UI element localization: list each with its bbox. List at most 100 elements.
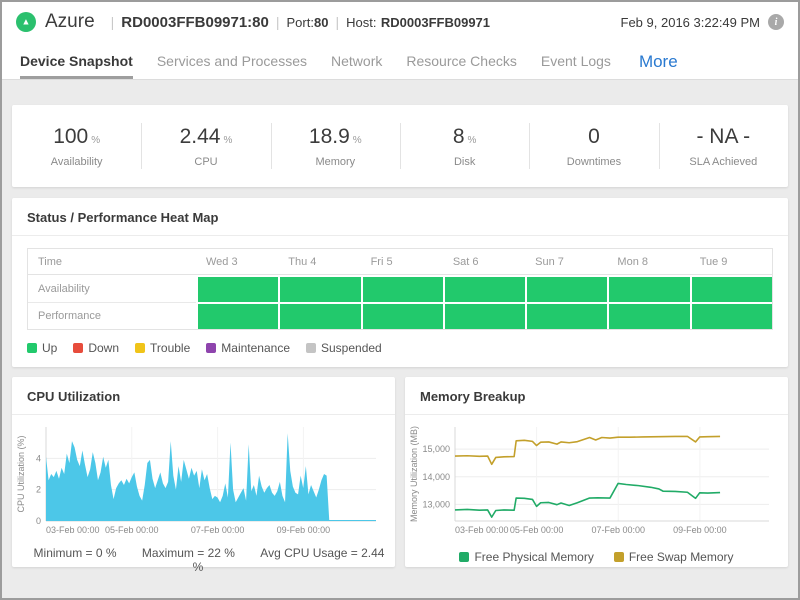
- legend-label: Free Physical Memory: [474, 550, 593, 564]
- heatmap-table: Time Wed 3 Thu 4 Fri 5 Sat 6 Sun 7 Mon 8…: [27, 248, 773, 330]
- heatmap-day-header: Mon 8: [607, 249, 689, 274]
- tab-services-and-processes[interactable]: Services and Processes: [157, 42, 307, 79]
- stat-value: 8: [453, 125, 465, 148]
- heatmap-title: Status / Performance Heat Map: [12, 198, 788, 236]
- trouble-swatch-icon: [135, 343, 145, 353]
- heatmap-cell[interactable]: [361, 302, 443, 329]
- status-up-logo-icon: ▲: [16, 12, 36, 32]
- legend-item-suspended: Suspended: [306, 341, 382, 355]
- stat-disk: 8% Disk: [400, 105, 529, 187]
- stat-value: 2.44: [180, 125, 221, 148]
- heatmap-day-header: Sun 7: [525, 249, 607, 274]
- heatmap-cell[interactable]: [443, 275, 525, 302]
- separator: |: [111, 14, 115, 30]
- svg-text:05-Feb 00:00: 05-Feb 00:00: [510, 525, 564, 535]
- stat-downtimes: 0 Downtimes: [529, 105, 658, 187]
- legend-item-free-physical-memory: Free Physical Memory: [459, 550, 593, 564]
- port-label: Port:: [287, 15, 314, 30]
- legend-label: Free Swap Memory: [629, 550, 734, 564]
- heatmap-cell[interactable]: [361, 275, 443, 302]
- heatmap-cell[interactable]: [607, 302, 689, 329]
- legend-item-down: Down: [73, 341, 119, 355]
- heatmap-cell[interactable]: [443, 302, 525, 329]
- port-value: 80: [314, 15, 328, 30]
- host-label: Host:: [346, 15, 376, 30]
- summary-stats-card: 100% Availability 2.44% CPU 18.9% Memory…: [12, 105, 788, 187]
- stat-label: CPU: [194, 156, 217, 168]
- stat-unit: %: [91, 135, 100, 146]
- memory-chart-title: Memory Breakup: [405, 377, 788, 415]
- heatmap-cell[interactable]: [196, 302, 278, 329]
- cpu-area-chart[interactable]: 0 2 4 03-Feb 00:00 05-Feb 00:00 07-Feb 00:00 0…: [16, 419, 384, 537]
- heatmap-cell[interactable]: [690, 302, 772, 329]
- free-physical-memory-swatch-icon: [459, 552, 469, 562]
- svg-text:4: 4: [36, 453, 41, 463]
- heatmap-cell[interactable]: [525, 302, 607, 329]
- svg-text:05-Feb 00:00: 05-Feb 00:00: [105, 525, 159, 535]
- tab-bar: Device Snapshot Services and Processes N…: [2, 42, 798, 80]
- monitoring-dashboard: ▲ Azure | RD0003FFB09971:80 | Port:80 | …: [0, 0, 800, 600]
- heatmap-cell[interactable]: [196, 275, 278, 302]
- legend-label: Up: [42, 341, 57, 355]
- heatmap-cell[interactable]: [690, 275, 772, 302]
- stat-unit: %: [353, 135, 362, 146]
- device-id: RD0003FFB09971:80: [121, 14, 269, 31]
- cpu-minimum: Minimum = 0 %: [34, 546, 117, 560]
- memory-line-chart[interactable]: 13,00014,00015,00003-Feb 00:0005-Feb 00:…: [409, 419, 777, 537]
- stat-label: SLA Achieved: [689, 156, 757, 168]
- legend-item-trouble: Trouble: [135, 341, 190, 355]
- heatmap-legend: Up Down Trouble Maintenance Suspended: [27, 341, 773, 355]
- tab-resource-checks[interactable]: Resource Checks: [406, 42, 517, 79]
- heatmap-cell[interactable]: [278, 302, 360, 329]
- legend-item-up: Up: [27, 341, 57, 355]
- svg-text:07-Feb 00:00: 07-Feb 00:00: [191, 525, 245, 535]
- svg-text:09-Feb 00:00: 09-Feb 00:00: [277, 525, 331, 535]
- svg-text:03-Feb 00:00: 03-Feb 00:00: [455, 525, 509, 535]
- cpu-chart[interactable]: 0 2 4 03-Feb 00:00 05-Feb 00:00 07-Feb 00:00 0…: [12, 415, 395, 542]
- heatmap-header-row: Time Wed 3 Thu 4 Fri 5 Sat 6 Sun 7 Mon 8…: [28, 249, 772, 275]
- heatmap-day-header: Tue 9: [690, 249, 772, 274]
- svg-text:03-Feb 00:00: 03-Feb 00:00: [46, 525, 100, 535]
- stat-label: Disk: [454, 156, 475, 168]
- legend-label: Suspended: [321, 341, 382, 355]
- cpu-chart-title: CPU Utilization: [12, 377, 395, 415]
- stat-sla: - NA - SLA Achieved: [659, 105, 788, 187]
- current-datetime: Feb 9, 2016 3:22:49 PM: [621, 15, 760, 30]
- stat-label: Memory: [315, 156, 355, 168]
- heatmap-row-label: Performance: [28, 302, 196, 329]
- tab-network[interactable]: Network: [331, 42, 382, 79]
- header: ▲ Azure | RD0003FFB09971:80 | Port:80 | …: [2, 2, 798, 42]
- heatmap-day-header: Sat 6: [443, 249, 525, 274]
- svg-text:07-Feb 00:00: 07-Feb 00:00: [592, 525, 646, 535]
- up-arrow-icon: ▲: [22, 17, 31, 26]
- memory-chart[interactable]: 13,00014,00015,00003-Feb 00:0005-Feb 00:…: [405, 415, 788, 542]
- heatmap-cell[interactable]: [278, 275, 360, 302]
- heatmap-cell[interactable]: [525, 275, 607, 302]
- tab-event-logs[interactable]: Event Logs: [541, 42, 611, 79]
- svg-text:2: 2: [36, 485, 41, 495]
- tab-more[interactable]: More: [639, 42, 678, 79]
- up-swatch-icon: [27, 343, 37, 353]
- stat-value: - NA -: [696, 125, 750, 148]
- memory-breakup-card: Memory Breakup 13,00014,00015,00003-Feb …: [405, 377, 788, 567]
- legend-label: Maintenance: [221, 341, 290, 355]
- cpu-chart-footer: Minimum = 0 % Maximum = 22 % Avg CPU Usa…: [12, 542, 395, 584]
- tab-device-snapshot[interactable]: Device Snapshot: [20, 42, 133, 79]
- svg-text:14,000: 14,000: [422, 472, 450, 482]
- svg-text:CPU Utilization (%): CPU Utilization (%): [16, 435, 26, 512]
- heatmap-availability-row: Availability: [28, 275, 772, 302]
- charts-row: CPU Utilization 02403-Feb 00:0005-Feb 00…: [12, 377, 788, 567]
- svg-text:Memory Utilization (MB): Memory Utilization (MB): [409, 426, 419, 522]
- legend-label: Down: [88, 341, 119, 355]
- down-swatch-icon: [73, 343, 83, 353]
- stat-availability: 100% Availability: [12, 105, 141, 187]
- svg-text:0: 0: [36, 516, 41, 526]
- stat-memory: 18.9% Memory: [271, 105, 400, 187]
- stat-value: 18.9: [309, 125, 350, 148]
- svg-text:15,000: 15,000: [422, 444, 450, 454]
- stat-unit: %: [223, 135, 232, 146]
- stat-label: Downtimes: [567, 156, 621, 168]
- cpu-utilization-card: CPU Utilization 0 2 4 03-Feb 00:00 05-Feb 00…: [12, 377, 395, 567]
- info-icon[interactable]: i: [768, 14, 784, 30]
- heatmap-cell[interactable]: [607, 275, 689, 302]
